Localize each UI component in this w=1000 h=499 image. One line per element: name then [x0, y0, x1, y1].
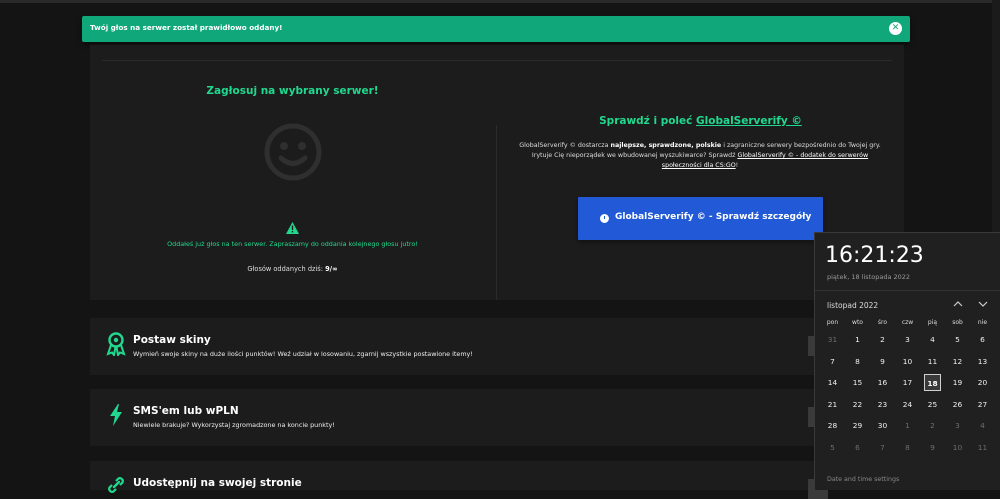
- notification-message: Twój głos na serwer został prawidłowo od…: [90, 23, 283, 32]
- desc-end: !: [735, 162, 739, 169]
- divider: [815, 290, 1000, 291]
- calendar-day[interactable]: 23: [870, 396, 895, 413]
- calendar-day[interactable]: 17: [895, 374, 920, 391]
- calendar-day-other-month[interactable]: 2: [920, 417, 945, 434]
- calendar-day-other-month[interactable]: 10: [945, 439, 970, 456]
- check-description: GlobalServerify © dostarcza najlepsze, s…: [515, 141, 885, 171]
- feature-title: Postaw skiny: [133, 334, 211, 346]
- calendar-flyout: 16:21:23 piątek, 18 listopada 2022 listo…: [814, 232, 1000, 490]
- calendar-day[interactable]: 6: [970, 331, 995, 348]
- calendar-day-other-month[interactable]: 1: [895, 417, 920, 434]
- feature-desc: Wymień swoje skiny na duże ilości punktó…: [133, 350, 473, 358]
- calendar-day[interactable]: 7: [820, 353, 845, 370]
- weekday-label: wto: [852, 319, 863, 326]
- desc-bold: najlepsze, sprawdzone, polskie: [610, 142, 722, 149]
- calendar-day[interactable]: 20: [970, 374, 995, 391]
- calendar-day[interactable]: 28: [820, 417, 845, 434]
- weekday-label: czw: [901, 319, 914, 326]
- weekday-label: śro: [877, 319, 888, 326]
- success-notification: Twój głos na serwer został prawidłowo od…: [82, 16, 910, 42]
- clock-time: 16:21:23: [825, 243, 924, 268]
- calendar-day[interactable]: 25: [920, 396, 945, 413]
- calendar-day[interactable]: 19: [945, 374, 970, 391]
- weekday-label: pią: [927, 319, 938, 326]
- calendar-day[interactable]: 30: [870, 417, 895, 434]
- desc-part-1: GlobalServerify © dostarcza: [519, 142, 609, 149]
- check-title: Sprawdź i poleć GlobalServerify ©: [497, 115, 904, 127]
- calendar-day[interactable]: 29: [845, 417, 870, 434]
- feature-card-share[interactable]: Udostępnij na swojej stronie: [90, 461, 904, 499]
- calendar-day-other-month[interactable]: 3: [945, 417, 970, 434]
- feature-card-sms[interactable]: SMS'em lub wPLN Niewiele brakuje? Wykorz…: [90, 389, 904, 446]
- votes-today: Głosów oddanych dziś: 9/∞: [90, 265, 495, 273]
- date-time-settings-link[interactable]: Date and time settings: [827, 476, 899, 483]
- chevron-down-icon[interactable]: [978, 299, 988, 309]
- calendar-day-other-month[interactable]: 31: [820, 331, 845, 348]
- calendar-day[interactable]: 8: [845, 353, 870, 370]
- calendar-day[interactable]: 13: [970, 353, 995, 370]
- calendar-day[interactable]: 2: [870, 331, 895, 348]
- link-icon: [108, 477, 124, 493]
- feature-title: SMS'em lub wPLN: [133, 405, 239, 417]
- column-divider: [496, 125, 497, 300]
- feature-title: Udostępnij na swojej stronie: [133, 477, 302, 489]
- award-icon: [106, 332, 126, 356]
- full-date[interactable]: piątek, 18 listopada 2022: [827, 273, 910, 281]
- calendar-day-other-month[interactable]: 11: [970, 439, 995, 456]
- lightning-icon: [110, 404, 122, 426]
- check-details-label: GlobalServerify © - Sprawdź szczegóły: [615, 212, 812, 222]
- close-icon[interactable]: ✕: [889, 22, 902, 35]
- vote-title: Zagłosuj na wybrany serwer!: [206, 85, 379, 97]
- divider: [102, 60, 892, 61]
- calendar-day-other-month[interactable]: 5: [820, 439, 845, 456]
- votes-today-label: Głosów oddanych dziś:: [247, 265, 323, 273]
- globalserverify-link[interactable]: GlobalServerify ©: [696, 115, 802, 127]
- weekday-label: sob: [952, 319, 963, 326]
- vote-card: Zagłosuj na wybrany serwer! Oddałeś już …: [90, 45, 904, 300]
- calendar-day[interactable]: 5: [945, 331, 970, 348]
- votes-today-value: 9/∞: [325, 265, 338, 273]
- calendar-day[interactable]: 3: [895, 331, 920, 348]
- warning-icon: [286, 222, 299, 234]
- weekday-label: pon: [826, 319, 839, 326]
- info-icon: [600, 214, 609, 223]
- calendar-day[interactable]: 16: [870, 374, 895, 391]
- calendar-day-other-month[interactable]: 7: [870, 439, 895, 456]
- feature-desc: Niewiele brakuje? Wykorzystaj zgromadzon…: [133, 421, 335, 429]
- calendar-day-other-month[interactable]: 6: [845, 439, 870, 456]
- calendar-day[interactable]: 22: [845, 396, 870, 413]
- calendar-day[interactable]: 15: [845, 374, 870, 391]
- calendar-day-other-month[interactable]: 8: [895, 439, 920, 456]
- calendar-day[interactable]: 21: [820, 396, 845, 413]
- calendar-day[interactable]: 10: [895, 353, 920, 370]
- calendar-day[interactable]: 26: [945, 396, 970, 413]
- calendar-day[interactable]: 4: [920, 331, 945, 348]
- calendar-day-today[interactable]: 18: [924, 374, 941, 391]
- calendar-day-other-month[interactable]: 4: [970, 417, 995, 434]
- check-title-prefix: Sprawdź i poleć: [599, 115, 693, 127]
- already-voted-message: Oddałeś już głos na ten serwer. Zaprasza…: [167, 240, 418, 248]
- calendar-day[interactable]: 27: [970, 396, 995, 413]
- calendar-day[interactable]: 14: [820, 374, 845, 391]
- calendar-day[interactable]: 24: [895, 396, 920, 413]
- check-details-button[interactable]: GlobalServerify © - Sprawdź szczegóły: [578, 197, 823, 240]
- calendar-day[interactable]: 9: [870, 353, 895, 370]
- chevron-up-icon[interactable]: [953, 299, 963, 309]
- month-label[interactable]: listopad 2022: [827, 301, 878, 310]
- feature-card-skins[interactable]: Postaw skiny Wymień swoje skiny na duże …: [90, 318, 904, 375]
- weekday-label: nie: [977, 319, 988, 326]
- top-bar: [0, 0, 1000, 3]
- calendar-day[interactable]: 12: [945, 353, 970, 370]
- smiley-icon: [264, 123, 322, 181]
- calendar-day-other-month[interactable]: 9: [920, 439, 945, 456]
- calendar-day[interactable]: 11: [920, 353, 945, 370]
- calendar-day[interactable]: 1: [845, 331, 870, 348]
